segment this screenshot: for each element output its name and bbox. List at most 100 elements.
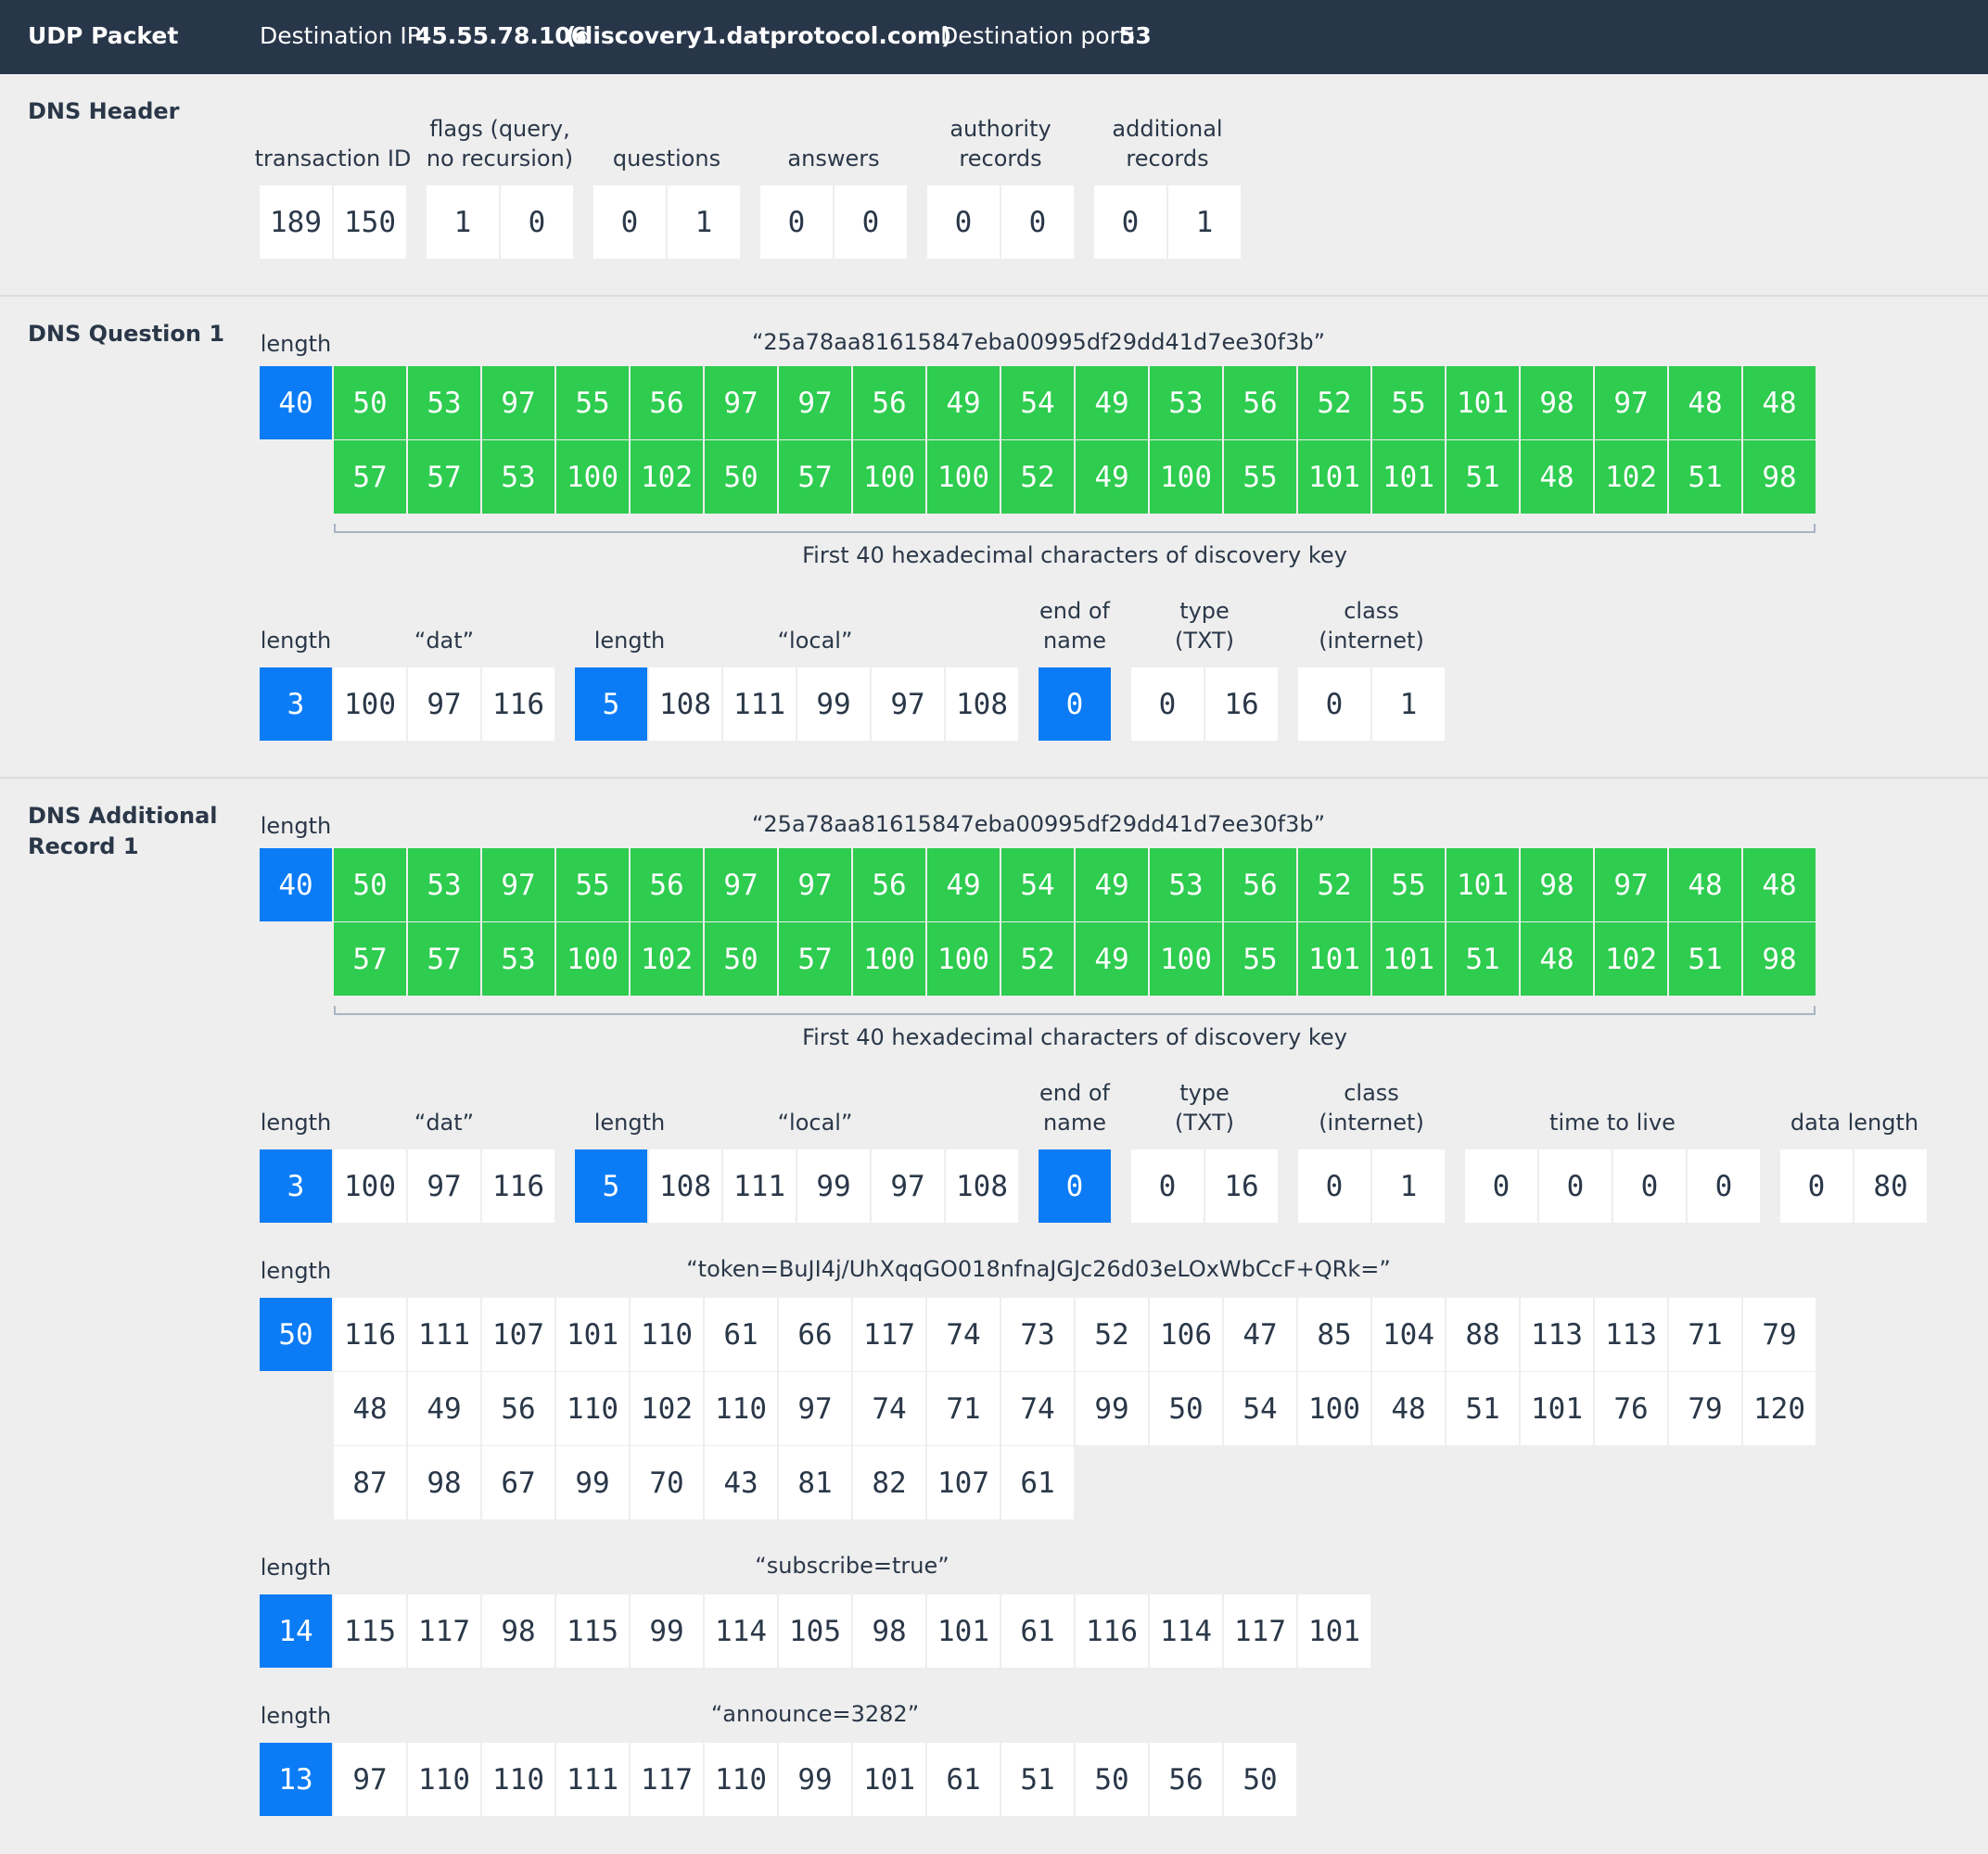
token-byte: 110	[631, 1298, 703, 1371]
subscribe-byte: 115	[556, 1594, 629, 1668]
subscribe-byte: 117	[408, 1594, 480, 1668]
discovery-key-byte: 49	[1076, 440, 1148, 514]
token-byte: 74	[1001, 1372, 1074, 1445]
header-field-row: 01	[593, 185, 742, 259]
subscribe-length-row: 14	[260, 1594, 334, 1668]
dest-host: (discovery1.datprotocol.com)	[566, 22, 952, 49]
discovery-key-byte: 55	[1224, 922, 1296, 996]
subscribe-byte: 98	[482, 1594, 554, 1668]
discovery-key-byte: 100	[556, 922, 629, 996]
token-byte: 85	[1298, 1298, 1370, 1371]
announce-byte: 117	[631, 1743, 703, 1816]
subscribe-byte: 116	[1076, 1594, 1148, 1668]
discovery-key-byte: 100	[853, 922, 925, 996]
discovery-key-byte: 55	[1224, 440, 1296, 514]
header-field-byte: 189	[260, 185, 332, 259]
token-row: 87 98 67 99 70 43 81 82 107 61	[334, 1446, 1076, 1519]
time-to-live-byte: 0	[1688, 1149, 1760, 1223]
time-to-live-byte: 0	[1613, 1149, 1686, 1223]
class-byte: 1	[1372, 667, 1445, 741]
dest-ip-value: 45.55.78.106	[415, 22, 588, 49]
discovery-key-byte: 101	[1372, 440, 1445, 514]
subscribe-byte: 99	[631, 1594, 703, 1668]
discovery-key-byte: 56	[1224, 848, 1296, 921]
discovery-key-byte: 54	[1001, 848, 1074, 921]
discovery-key-byte: 98	[1521, 366, 1593, 439]
token-byte: 102	[631, 1372, 703, 1445]
token-byte: 97	[779, 1372, 851, 1445]
data-length-byte: 0	[1780, 1149, 1853, 1223]
header-field-byte: 1	[427, 185, 499, 259]
discovery-key-byte: 98	[1743, 440, 1816, 514]
token-byte: 106	[1150, 1298, 1222, 1371]
discovery-key-byte: 98	[1743, 922, 1816, 996]
key-caption: First 40 hexadecimal characters of disco…	[802, 1024, 1347, 1050]
dest-port-value: 53	[1119, 22, 1152, 49]
dat-row: 100 97 116	[334, 667, 556, 741]
header-field-row: 00	[760, 185, 909, 259]
local-byte: 97	[872, 1149, 944, 1223]
dat-length-byte: 3	[260, 1149, 332, 1223]
discovery-key-byte: 101	[1298, 922, 1370, 996]
discovery-key-byte: 50	[705, 440, 777, 514]
key-bracket	[334, 1006, 1816, 1015]
discovery-key-byte: 101	[1446, 848, 1519, 921]
token-byte: 81	[779, 1446, 851, 1519]
key-length-byte: 40	[260, 848, 332, 921]
dat-byte: 100	[334, 667, 406, 741]
header-field-row: 00	[927, 185, 1076, 259]
discovery-key-byte: 53	[1150, 848, 1222, 921]
discovery-key-byte: 100	[927, 922, 1000, 996]
type-byte: 0	[1131, 667, 1204, 741]
key-caption: First 40 hexadecimal characters of disco…	[802, 542, 1347, 568]
token-byte: 87	[334, 1446, 406, 1519]
header-field-byte: 0	[501, 185, 573, 259]
class-byte: 0	[1298, 1149, 1370, 1223]
token-byte: 54	[1224, 1372, 1296, 1445]
discovery-key-byte: 57	[334, 922, 406, 996]
type-row: 0 16	[1131, 1149, 1280, 1223]
dest-ip-label: Destination IP:	[260, 22, 429, 49]
token-byte: 79	[1743, 1298, 1816, 1371]
discovery-key-byte: 56	[631, 366, 703, 439]
discovery-key-byte: 50	[334, 366, 406, 439]
discovery-key-byte: 102	[631, 440, 703, 514]
discovery-key-byte: 57	[334, 440, 406, 514]
discovery-key-byte: 49	[1076, 922, 1148, 996]
time-to-live-byte: 0	[1539, 1149, 1612, 1223]
token-byte: 73	[1001, 1298, 1074, 1371]
discovery-key-byte: 97	[705, 848, 777, 921]
dat-byte: 100	[334, 1149, 406, 1223]
subscribe-byte: 115	[334, 1594, 406, 1668]
token-byte: 56	[482, 1372, 554, 1445]
header-field-byte: 0	[927, 185, 1000, 259]
local-byte: 111	[723, 1149, 796, 1223]
discovery-key-byte: 56	[1224, 366, 1296, 439]
data-length-row: 0 80	[1780, 1149, 1929, 1223]
discovery-key-byte: 48	[1669, 848, 1741, 921]
local-row: 108 111 99 97 108	[649, 667, 1020, 741]
announce-byte: 56	[1150, 1743, 1222, 1816]
discovery-key-byte: 55	[1372, 848, 1445, 921]
header-field-byte: 0	[593, 185, 666, 259]
token-byte: 48	[1372, 1372, 1445, 1445]
discovery-key-byte: 50	[334, 848, 406, 921]
discovery-key-byte: 53	[408, 366, 480, 439]
data-length-label: data length	[1790, 1110, 1919, 1136]
local-byte: 108	[649, 667, 721, 741]
discovery-key-byte: 51	[1446, 922, 1519, 996]
token-byte: 43	[705, 1446, 777, 1519]
token-byte: 82	[853, 1446, 925, 1519]
discovery-key-byte: 55	[556, 848, 629, 921]
discovery-key-byte: 56	[853, 366, 925, 439]
end-of-name-byte: 0	[1039, 667, 1111, 741]
class-byte: 1	[1372, 1149, 1445, 1223]
discovery-key-byte: 97	[779, 366, 851, 439]
token-byte: 79	[1669, 1372, 1741, 1445]
announce-byte: 51	[1001, 1743, 1074, 1816]
token-byte: 120	[1743, 1372, 1816, 1445]
discovery-key-byte: 51	[1669, 440, 1741, 514]
token-byte: 61	[705, 1298, 777, 1371]
discovery-key-byte: 53	[482, 440, 554, 514]
discovery-key-byte: 101	[1298, 440, 1370, 514]
